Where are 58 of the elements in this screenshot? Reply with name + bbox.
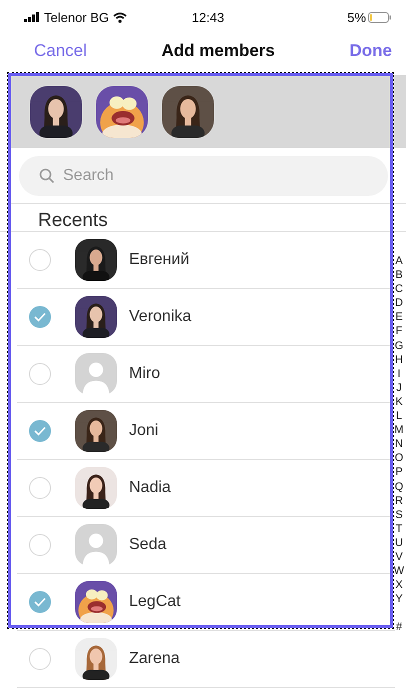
index-letter[interactable]: K <box>395 394 403 410</box>
select-checkbox[interactable] <box>29 420 51 442</box>
index-letter[interactable]: J <box>396 380 402 395</box>
select-checkbox[interactable] <box>29 534 51 556</box>
carrier-name: Telenor BG <box>44 10 110 24</box>
index-letter[interactable]: W <box>394 564 404 578</box>
index-letter[interactable]: C <box>395 282 403 296</box>
wifi-icon <box>113 12 128 22</box>
index-letter[interactable]: G <box>394 338 404 353</box>
contact-name[interactable]: Veronika <box>129 308 192 326</box>
index-letter[interactable]: P <box>395 465 403 480</box>
index-letter[interactable]: N <box>395 437 403 452</box>
select-checkbox[interactable] <box>29 591 51 613</box>
select-checkbox[interactable] <box>29 363 51 385</box>
index-letter[interactable]: L <box>396 409 402 424</box>
index-letter[interactable]: O <box>394 451 404 466</box>
contact-name[interactable]: Nadia <box>129 479 171 497</box>
screen-title: Add members <box>160 41 276 61</box>
select-checkbox[interactable] <box>29 648 51 670</box>
select-checkbox[interactable] <box>29 477 51 499</box>
index-letter[interactable]: A <box>395 254 403 268</box>
signal-icon <box>24 12 40 22</box>
index-letter[interactable]: V <box>395 550 403 564</box>
index-letter[interactable]: U <box>395 536 403 550</box>
search-icon <box>39 168 55 184</box>
index-letter[interactable]: T <box>396 522 402 536</box>
section-header: Recents <box>38 210 108 231</box>
contact-name[interactable]: Евгений <box>129 251 190 269</box>
contact-name[interactable]: Seda <box>129 536 166 554</box>
avatar-placeholder-icon <box>75 524 117 566</box>
select-checkbox[interactable] <box>29 306 51 328</box>
avatar-placeholder-icon <box>75 353 117 395</box>
select-checkbox[interactable] <box>29 249 51 271</box>
done-button[interactable]: Done <box>350 41 392 61</box>
contact-name[interactable]: LegCat <box>129 593 181 611</box>
index-letter[interactable]: Y <box>395 592 403 606</box>
battery-icon <box>368 12 392 22</box>
index-letter[interactable]: D <box>395 296 403 310</box>
index-letter[interactable]: Q <box>394 480 404 494</box>
index-letter[interactable]: H <box>395 352 403 367</box>
index-letter[interactable]: F <box>396 324 402 339</box>
index-letter[interactable]: E <box>395 310 403 324</box>
index-letter[interactable]: R <box>395 494 403 508</box>
index-letter[interactable]: B <box>395 268 403 282</box>
index-letter[interactable]: # <box>396 620 402 634</box>
contact-name[interactable]: Miro <box>129 365 160 383</box>
index-letter[interactable]: S <box>395 508 403 522</box>
contact-name[interactable]: Zarena <box>129 650 180 668</box>
clock-time: 12:43 <box>190 10 226 24</box>
battery-percent: 5% <box>347 10 366 24</box>
checkmark-icon <box>34 312 46 322</box>
index-letter[interactable]: X <box>395 578 403 592</box>
contact-name[interactable]: Joni <box>129 422 158 440</box>
index-letter[interactable]: I <box>397 366 401 381</box>
index-letter[interactable]: M <box>394 423 404 438</box>
cancel-button[interactable]: Cancel <box>34 41 87 61</box>
checkmark-icon <box>34 426 46 436</box>
checkmark-icon <box>34 597 46 607</box>
